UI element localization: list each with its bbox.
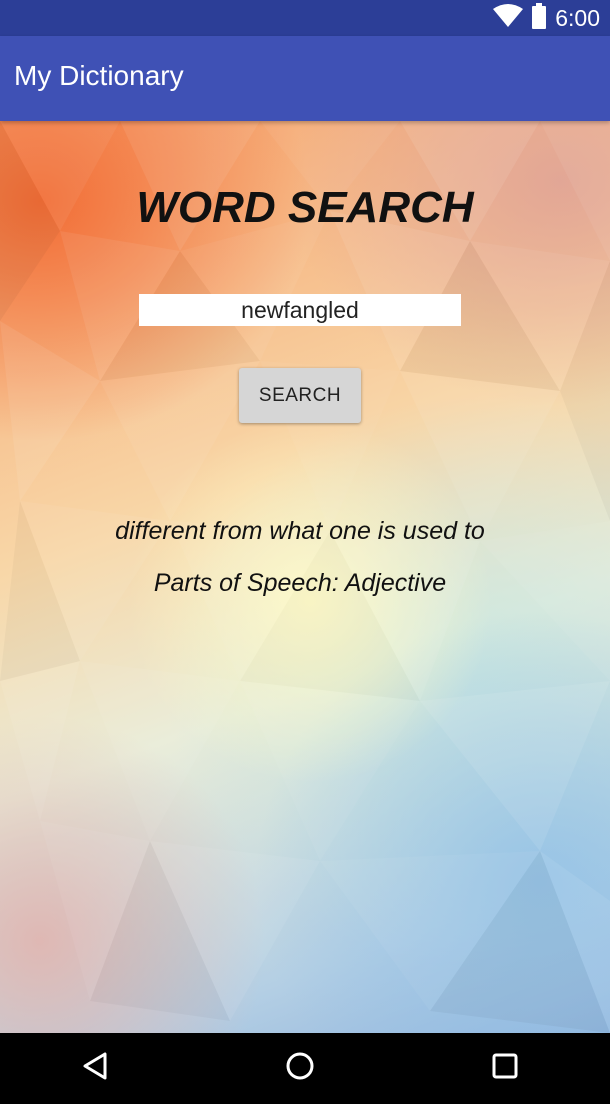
content-area: WORD SEARCH SEARCH different from what o… (0, 121, 610, 1033)
recents-button[interactable] (465, 1033, 545, 1104)
battery-icon (531, 2, 547, 34)
screen: 6:00 My Dictionary WORD SEARCH newfangle… (0, 0, 610, 1104)
parts-of-speech-text: Parts of Speech: Adjective (153, 569, 447, 597)
recents-icon (492, 1053, 518, 1084)
search-button[interactable]: SEARCH (239, 368, 361, 423)
app-bar: My Dictionary (0, 36, 610, 121)
home-button[interactable] (260, 1033, 340, 1104)
page-title: WORD SEARCH (136, 183, 474, 232)
app-title: My Dictionary (14, 60, 184, 91)
status-icons: 6:00 (493, 0, 600, 36)
home-icon (285, 1051, 315, 1086)
back-button[interactable] (55, 1033, 135, 1104)
status-bar: 6:00 (0, 0, 610, 36)
word-search-input[interactable] (139, 294, 461, 326)
definition-text: different from what one is used to (115, 517, 485, 545)
nav-bar (0, 1033, 610, 1104)
back-icon (81, 1051, 109, 1086)
status-time: 6:00 (555, 4, 600, 31)
wifi-icon (493, 3, 524, 33)
